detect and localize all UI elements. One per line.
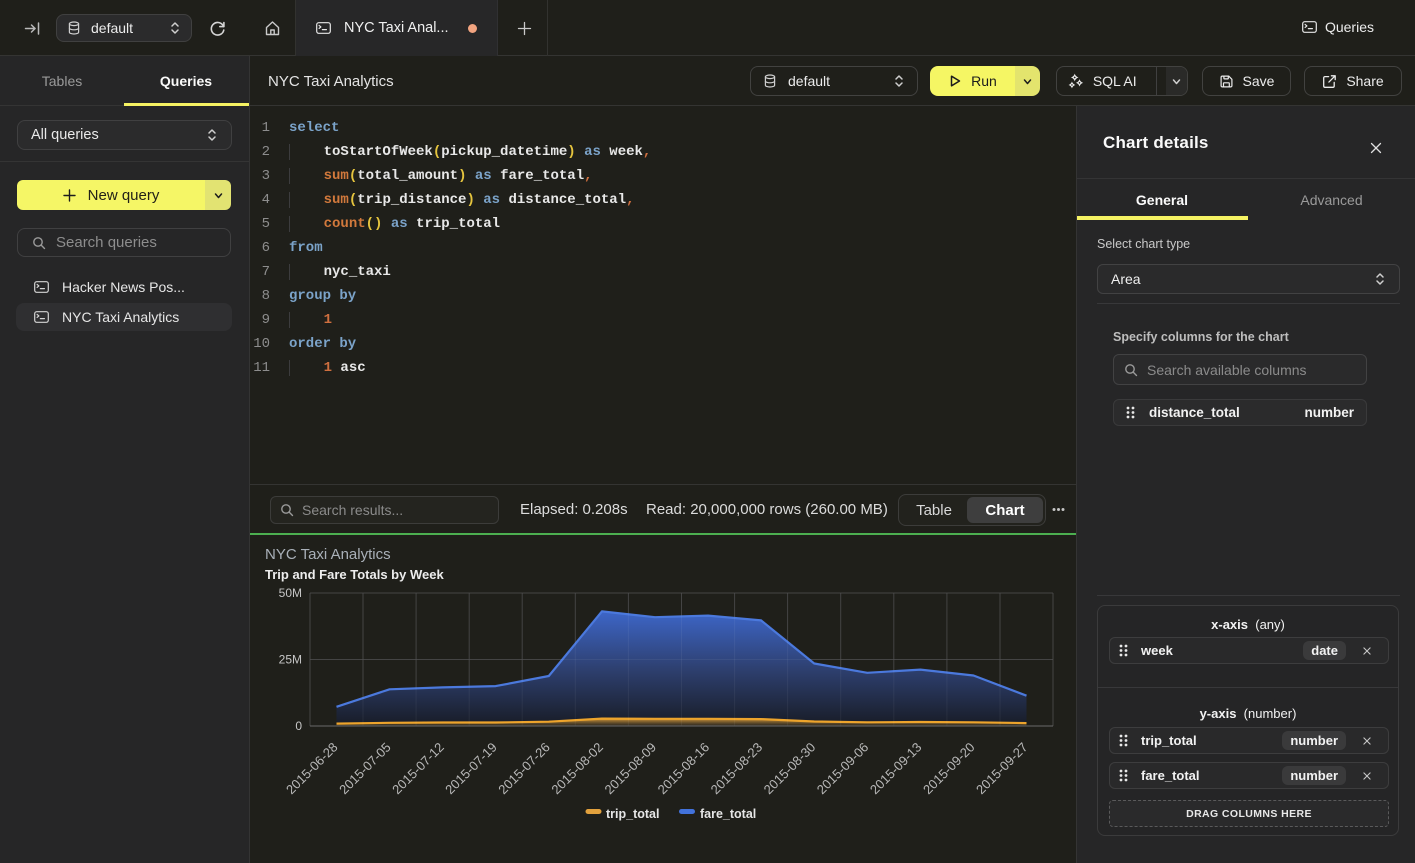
svg-text:2015-06-28: 2015-06-28 — [283, 740, 341, 798]
svg-text:2015-09-27: 2015-09-27 — [973, 740, 1031, 798]
svg-text:25M: 25M — [279, 653, 302, 667]
svg-text:2015-09-13: 2015-09-13 — [867, 740, 925, 798]
svg-text:2015-07-19: 2015-07-19 — [442, 740, 500, 798]
svg-text:2015-07-12: 2015-07-12 — [389, 740, 447, 798]
svg-text:2015-08-23: 2015-08-23 — [708, 740, 766, 798]
svg-text:0: 0 — [295, 719, 302, 733]
svg-text:2015-08-09: 2015-08-09 — [601, 740, 659, 798]
svg-text:trip_total: trip_total — [606, 807, 659, 821]
svg-text:2015-07-05: 2015-07-05 — [336, 740, 394, 798]
svg-text:fare_total: fare_total — [700, 807, 756, 821]
svg-text:2015-07-26: 2015-07-26 — [495, 740, 553, 798]
svg-text:2015-09-06: 2015-09-06 — [814, 740, 872, 798]
svg-text:2015-08-16: 2015-08-16 — [655, 740, 713, 798]
svg-text:2015-09-20: 2015-09-20 — [920, 740, 978, 798]
svg-text:2015-08-30: 2015-08-30 — [761, 740, 819, 798]
svg-text:2015-08-02: 2015-08-02 — [548, 740, 606, 798]
svg-text:50M: 50M — [279, 586, 302, 600]
